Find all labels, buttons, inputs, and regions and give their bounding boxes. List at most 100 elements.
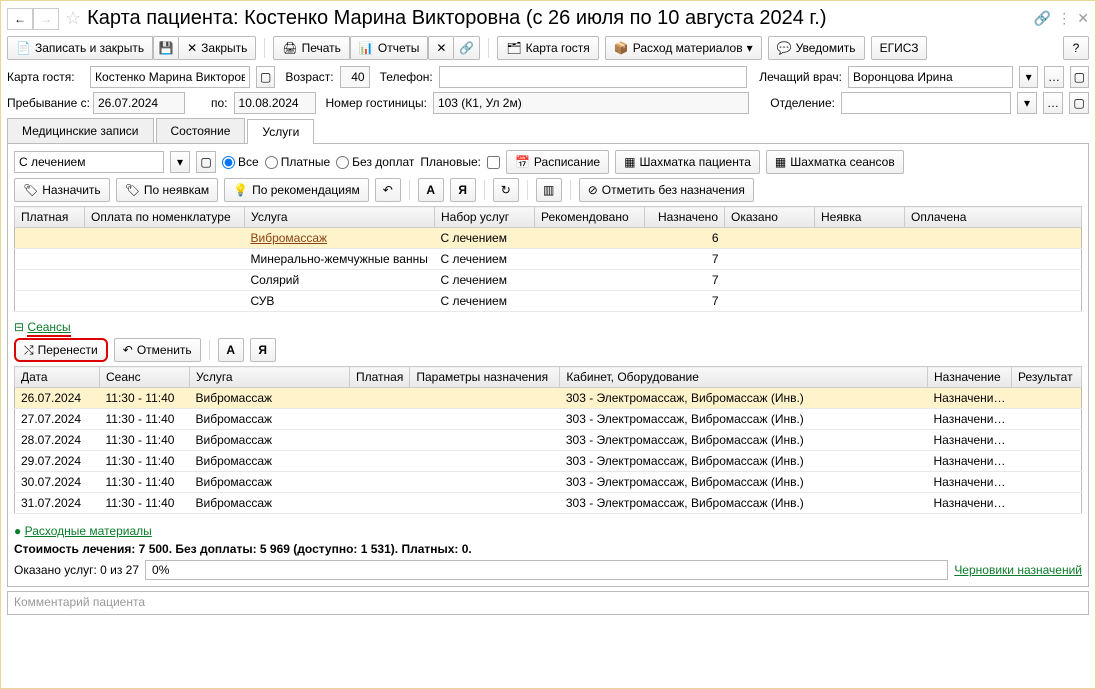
link-icon[interactable]: 🔗 [1034,10,1051,27]
close-icon[interactable]: ✕ [1077,10,1089,27]
treatment-dropdown[interactable]: ▾ [170,151,190,173]
patient-chess-button[interactable]: ▦Шахматка пациента [615,150,760,174]
sort-az2-button[interactable]: А [218,338,244,362]
table-row[interactable]: СУВС лечением7 [15,291,1082,312]
dept-label: Отделение: [770,96,835,110]
guest-card-button[interactable]: 🗂Карта гостя [497,36,598,60]
stay-from-input [93,92,185,114]
x-icon: ✕ [187,41,197,55]
radio-nosurcharge[interactable]: Без доплат [336,155,414,169]
move-button[interactable]: ⤭Перенести [14,338,108,362]
cancel-button[interactable]: ↶Отменить [114,338,201,362]
radio-all[interactable]: Все [222,155,259,169]
planned-checkbox[interactable] [487,156,500,169]
comment-input[interactable]: Комментарий пациента [7,591,1089,615]
sort-az-button[interactable]: А [418,178,444,202]
guest-open-button[interactable]: ▢ [256,66,275,88]
col-rec: Рекомендовано [535,207,645,228]
scol-assign: Назначение [928,367,1012,388]
radio-paid[interactable]: Платные [265,155,330,169]
table-row[interactable]: 28.07.202411:30 - 11:40Вибромассаж303 - … [15,430,1082,451]
scol-session: Сеанс [100,367,190,388]
col-paid: Платная [15,207,85,228]
materials-button[interactable]: 📦Расход материалов ▾ [605,36,762,60]
ban-icon: ⊘ [588,183,598,197]
calendar-icon: 📅 [515,155,530,169]
refresh-button[interactable]: ↻ [493,178,519,202]
tag-icon: 🏷 [125,183,140,197]
by-noshow-button[interactable]: 🏷По неявкам [116,178,218,202]
col-paynom: Оплата по номенклатуре [85,207,245,228]
columns-button[interactable]: ▥ [536,178,562,202]
tab-med-records[interactable]: Медицинские записи [7,118,154,143]
save-close-button[interactable]: 📄Записать и закрыть [7,36,153,60]
sort-za-button[interactable]: Я [450,178,476,202]
table-row[interactable]: 31.07.202411:30 - 11:40Вибромассаж303 - … [15,493,1082,514]
undo-button[interactable]: ↶ [375,178,401,202]
planned-label: Плановые: [420,155,481,169]
settings-button[interactable]: ✕ [428,36,454,60]
col-set: Набор услуг [435,207,535,228]
table-row[interactable]: 29.07.202411:30 - 11:40Вибромассаж303 - … [15,451,1082,472]
mark-unassigned-button[interactable]: ⊘Отметить без назначения [579,178,754,202]
table-row[interactable]: Минерально-жемчужные ванныС лечением7 [15,249,1082,270]
undo-icon: ↶ [123,343,133,357]
close-button[interactable]: ✕Закрыть [179,36,256,60]
by-rec-button[interactable]: 💡По рекомендациям [224,178,369,202]
session-chess-button[interactable]: ▦Шахматка сеансов [766,150,904,174]
table-row[interactable]: ВибромассажС лечением6 [15,228,1082,249]
print-icon: 🖨 [282,41,297,55]
treatment-open[interactable]: ▢ [196,151,216,173]
supplies-link[interactable]: Расходные материалы [25,524,152,538]
doctor-dropdown[interactable]: ▾ [1019,66,1038,88]
attach-button[interactable]: 🔗 [454,36,480,60]
table-row[interactable]: 27.07.202411:30 - 11:40Вибромассаж303 - … [15,409,1082,430]
tab-state[interactable]: Состояние [156,118,246,143]
sessions-section-link[interactable]: Сеансы [27,320,70,337]
services-table[interactable]: Платная Оплата по номенклатуре Услуга На… [14,206,1082,312]
schedule-button[interactable]: 📅Расписание [506,150,609,174]
doctor-clear[interactable]: … [1044,66,1063,88]
save-button[interactable]: 💾 [153,36,179,60]
bulb-icon: 💡 [233,183,248,197]
assign-button[interactable]: 🏷Назначить [14,178,110,202]
table-row[interactable]: 26.07.202411:30 - 11:40Вибромассаж303 - … [15,388,1082,409]
col-rendered: Оказано [725,207,815,228]
help-button[interactable]: ? [1063,36,1089,60]
table-row[interactable]: 30.07.202411:30 - 11:40Вибромассаж303 - … [15,472,1082,493]
drafts-link[interactable]: Черновики назначений [954,563,1082,577]
hotel-input [433,92,749,114]
doctor-input[interactable] [848,66,1013,88]
print-button[interactable]: 🖨Печать [273,36,350,60]
notify-button[interactable]: 💬Уведомить [768,36,865,60]
treatment-filter[interactable] [14,151,164,173]
age-input [340,66,370,88]
table-row[interactable]: СолярийС лечением7 [15,270,1082,291]
col-service: Услуга [245,207,435,228]
forward-button[interactable]: → [33,8,59,30]
dept-clear[interactable]: … [1043,92,1063,114]
chart-icon: 📊 [359,41,374,55]
guest-card-input[interactable] [90,66,250,88]
dept-input[interactable] [841,92,1011,114]
stay-from-label: Пребывание с: [7,96,87,110]
progress-bar: 0% [145,560,948,580]
more-icon[interactable]: ⋮ [1057,10,1071,27]
reports-button[interactable]: 📊Отчеты [350,36,428,60]
tab-services[interactable]: Услуги [247,119,314,144]
stay-to-input [234,92,316,114]
egisz-button[interactable]: ЕГИСЗ [871,36,928,60]
minus-icon[interactable]: ⊟ [14,320,24,334]
back-button[interactable]: ← [7,8,33,30]
doctor-open[interactable]: ▢ [1070,66,1089,88]
dept-open[interactable]: ▢ [1069,92,1089,114]
dept-dropdown[interactable]: ▾ [1017,92,1037,114]
favorite-icon[interactable]: ☆ [65,8,81,29]
sessions-table[interactable]: Дата Сеанс Услуга Платная Параметры назн… [14,366,1082,514]
col-noshow: Неявка [815,207,905,228]
scol-date: Дата [15,367,100,388]
phone-input[interactable] [439,66,748,88]
sort-za2-button[interactable]: Я [250,338,276,362]
scol-result: Результат [1012,367,1082,388]
shuffle-icon: ⤭ [24,343,34,358]
